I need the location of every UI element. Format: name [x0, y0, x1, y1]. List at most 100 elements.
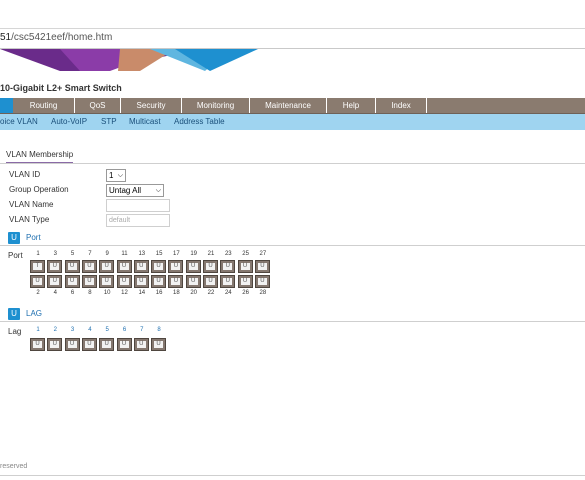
port-state-label: U	[50, 341, 60, 348]
port-number-top: 25	[242, 251, 249, 257]
lag-3[interactable]: U	[64, 338, 80, 351]
group-operation-value: Untag All	[109, 186, 142, 195]
lag-5[interactable]: U	[99, 338, 115, 351]
lag-number: 7	[140, 327, 144, 333]
port-13[interactable]: U	[133, 260, 149, 273]
port-17[interactable]: U	[168, 260, 184, 273]
lag-number: 4	[88, 327, 92, 333]
url-text[interactable]: 51/csc5421eef/home.htm	[0, 32, 112, 43]
lag-row-label: Lag	[8, 327, 22, 336]
sub-nav-multicast[interactable]: Multicast	[129, 114, 161, 130]
port-27[interactable]: U	[254, 260, 270, 273]
nav-item-maintenance[interactable]: Maintenance	[250, 98, 327, 113]
port-state-label: U	[136, 278, 146, 285]
port-23[interactable]: U	[220, 260, 236, 273]
nav-item-index[interactable]: Index	[376, 98, 427, 113]
chevron-down-icon: ⌵	[155, 187, 161, 194]
port-row-label: Port	[8, 251, 23, 260]
port-2[interactable]: U	[30, 275, 45, 288]
port-18[interactable]: U	[168, 275, 184, 288]
lag-8[interactable]: U	[151, 338, 167, 351]
vlan-name-input[interactable]	[106, 199, 170, 212]
group-operation-select[interactable]: Untag All ⌵	[106, 184, 164, 197]
lag-6[interactable]: U	[116, 338, 132, 351]
port-8[interactable]: U	[81, 275, 97, 288]
lag-4[interactable]: U	[81, 338, 97, 351]
sub-nav-stp[interactable]: STP	[101, 114, 117, 130]
port-state-label: U	[154, 278, 164, 285]
port-state-label: U	[171, 278, 181, 285]
port-1[interactable]: T	[30, 260, 45, 273]
port-state-label: T	[33, 263, 42, 270]
port-28[interactable]: U	[254, 275, 270, 288]
vlan-id-value: 1	[109, 171, 114, 180]
port-15[interactable]: U	[151, 260, 167, 273]
port-number-top: 11	[121, 251, 128, 257]
port-3[interactable]: U	[47, 260, 63, 273]
lag-number: 8	[157, 327, 161, 333]
footer-divider	[0, 475, 585, 476]
port-number-bottom: 16	[155, 290, 163, 296]
sub-nav-address-table[interactable]: Address Table	[174, 114, 225, 130]
nav-item-security[interactable]: Security	[121, 98, 182, 113]
vlan-id-select[interactable]: 1 ⌵	[106, 169, 126, 182]
nav-item-qos[interactable]: QoS	[75, 98, 121, 113]
address-bar[interactable]: 51/csc5421eef/home.htm	[0, 29, 585, 49]
lag-number: 3	[70, 327, 75, 333]
vlan-type-label: VLAN Type	[9, 215, 50, 224]
port-number-top: 9	[105, 251, 109, 257]
port-11[interactable]: U	[116, 260, 132, 273]
port-number-top: 1	[36, 251, 40, 257]
port-22[interactable]: U	[203, 275, 218, 288]
port-state-label: U	[84, 263, 94, 270]
port-number-bottom: 20	[190, 290, 198, 296]
port-20[interactable]: U	[185, 275, 201, 288]
sub-nav-auto-voip[interactable]: Auto-VoIP	[51, 114, 87, 130]
footer-copyright: reserved	[0, 463, 28, 470]
port-4[interactable]: U	[47, 275, 63, 288]
port-19[interactable]: U	[185, 260, 201, 273]
port-number-bottom: 28	[259, 290, 267, 296]
port-10[interactable]: U	[99, 275, 115, 288]
sub-nav-voice-vlan[interactable]: oice VLAN	[0, 114, 38, 130]
lag-1[interactable]: U	[30, 338, 45, 351]
untagged-icon: U	[8, 232, 20, 244]
port-6[interactable]: U	[64, 275, 80, 288]
nav-item-routing[interactable]: Routing	[13, 98, 75, 113]
chevron-down-icon: ⌵	[117, 172, 123, 179]
port-state-label: U	[102, 263, 112, 270]
main-nav: Routing QoS Security Monitoring Maintena…	[0, 98, 585, 114]
port-state-label: U	[240, 263, 250, 270]
port-5[interactable]: U	[64, 260, 80, 273]
port-number-top: 5	[70, 251, 75, 257]
port-section-title: Port	[26, 233, 41, 242]
nav-item-help[interactable]: Help	[327, 98, 376, 113]
port-7[interactable]: U	[81, 260, 97, 273]
tab-divider	[0, 163, 585, 164]
port-14[interactable]: U	[133, 275, 149, 288]
port-state-label: U	[67, 263, 77, 270]
lag-7[interactable]: U	[133, 338, 149, 351]
lag-2[interactable]: U	[47, 338, 63, 351]
port-25[interactable]: U	[237, 260, 253, 273]
nav-item-monitoring[interactable]: Monitoring	[182, 98, 250, 113]
sub-nav: oice VLAN Auto-VoIP STP Multicast Addres…	[0, 114, 585, 130]
port-26[interactable]: U	[237, 275, 253, 288]
tab-vlan-membership[interactable]: VLAN Membership	[6, 150, 74, 164]
lag-section-title: LAG	[26, 309, 43, 318]
port-9[interactable]: U	[99, 260, 115, 273]
port-state-label: U	[33, 278, 42, 285]
port-number-top: 19	[190, 251, 198, 257]
nav-item-active[interactable]	[0, 98, 13, 113]
port-state-label: U	[136, 341, 146, 348]
url-path: /csc5421eef/home.htm	[11, 32, 113, 43]
port-16[interactable]: U	[151, 275, 167, 288]
port-number-top: 3	[53, 251, 57, 257]
port-24[interactable]: U	[220, 275, 236, 288]
port-section-divider	[0, 245, 585, 246]
port-21[interactable]: U	[203, 260, 218, 273]
port-12[interactable]: U	[116, 275, 132, 288]
port-number-bottom: 8	[88, 290, 92, 296]
port-state-label: U	[119, 278, 129, 285]
port-state-label: U	[188, 278, 198, 285]
